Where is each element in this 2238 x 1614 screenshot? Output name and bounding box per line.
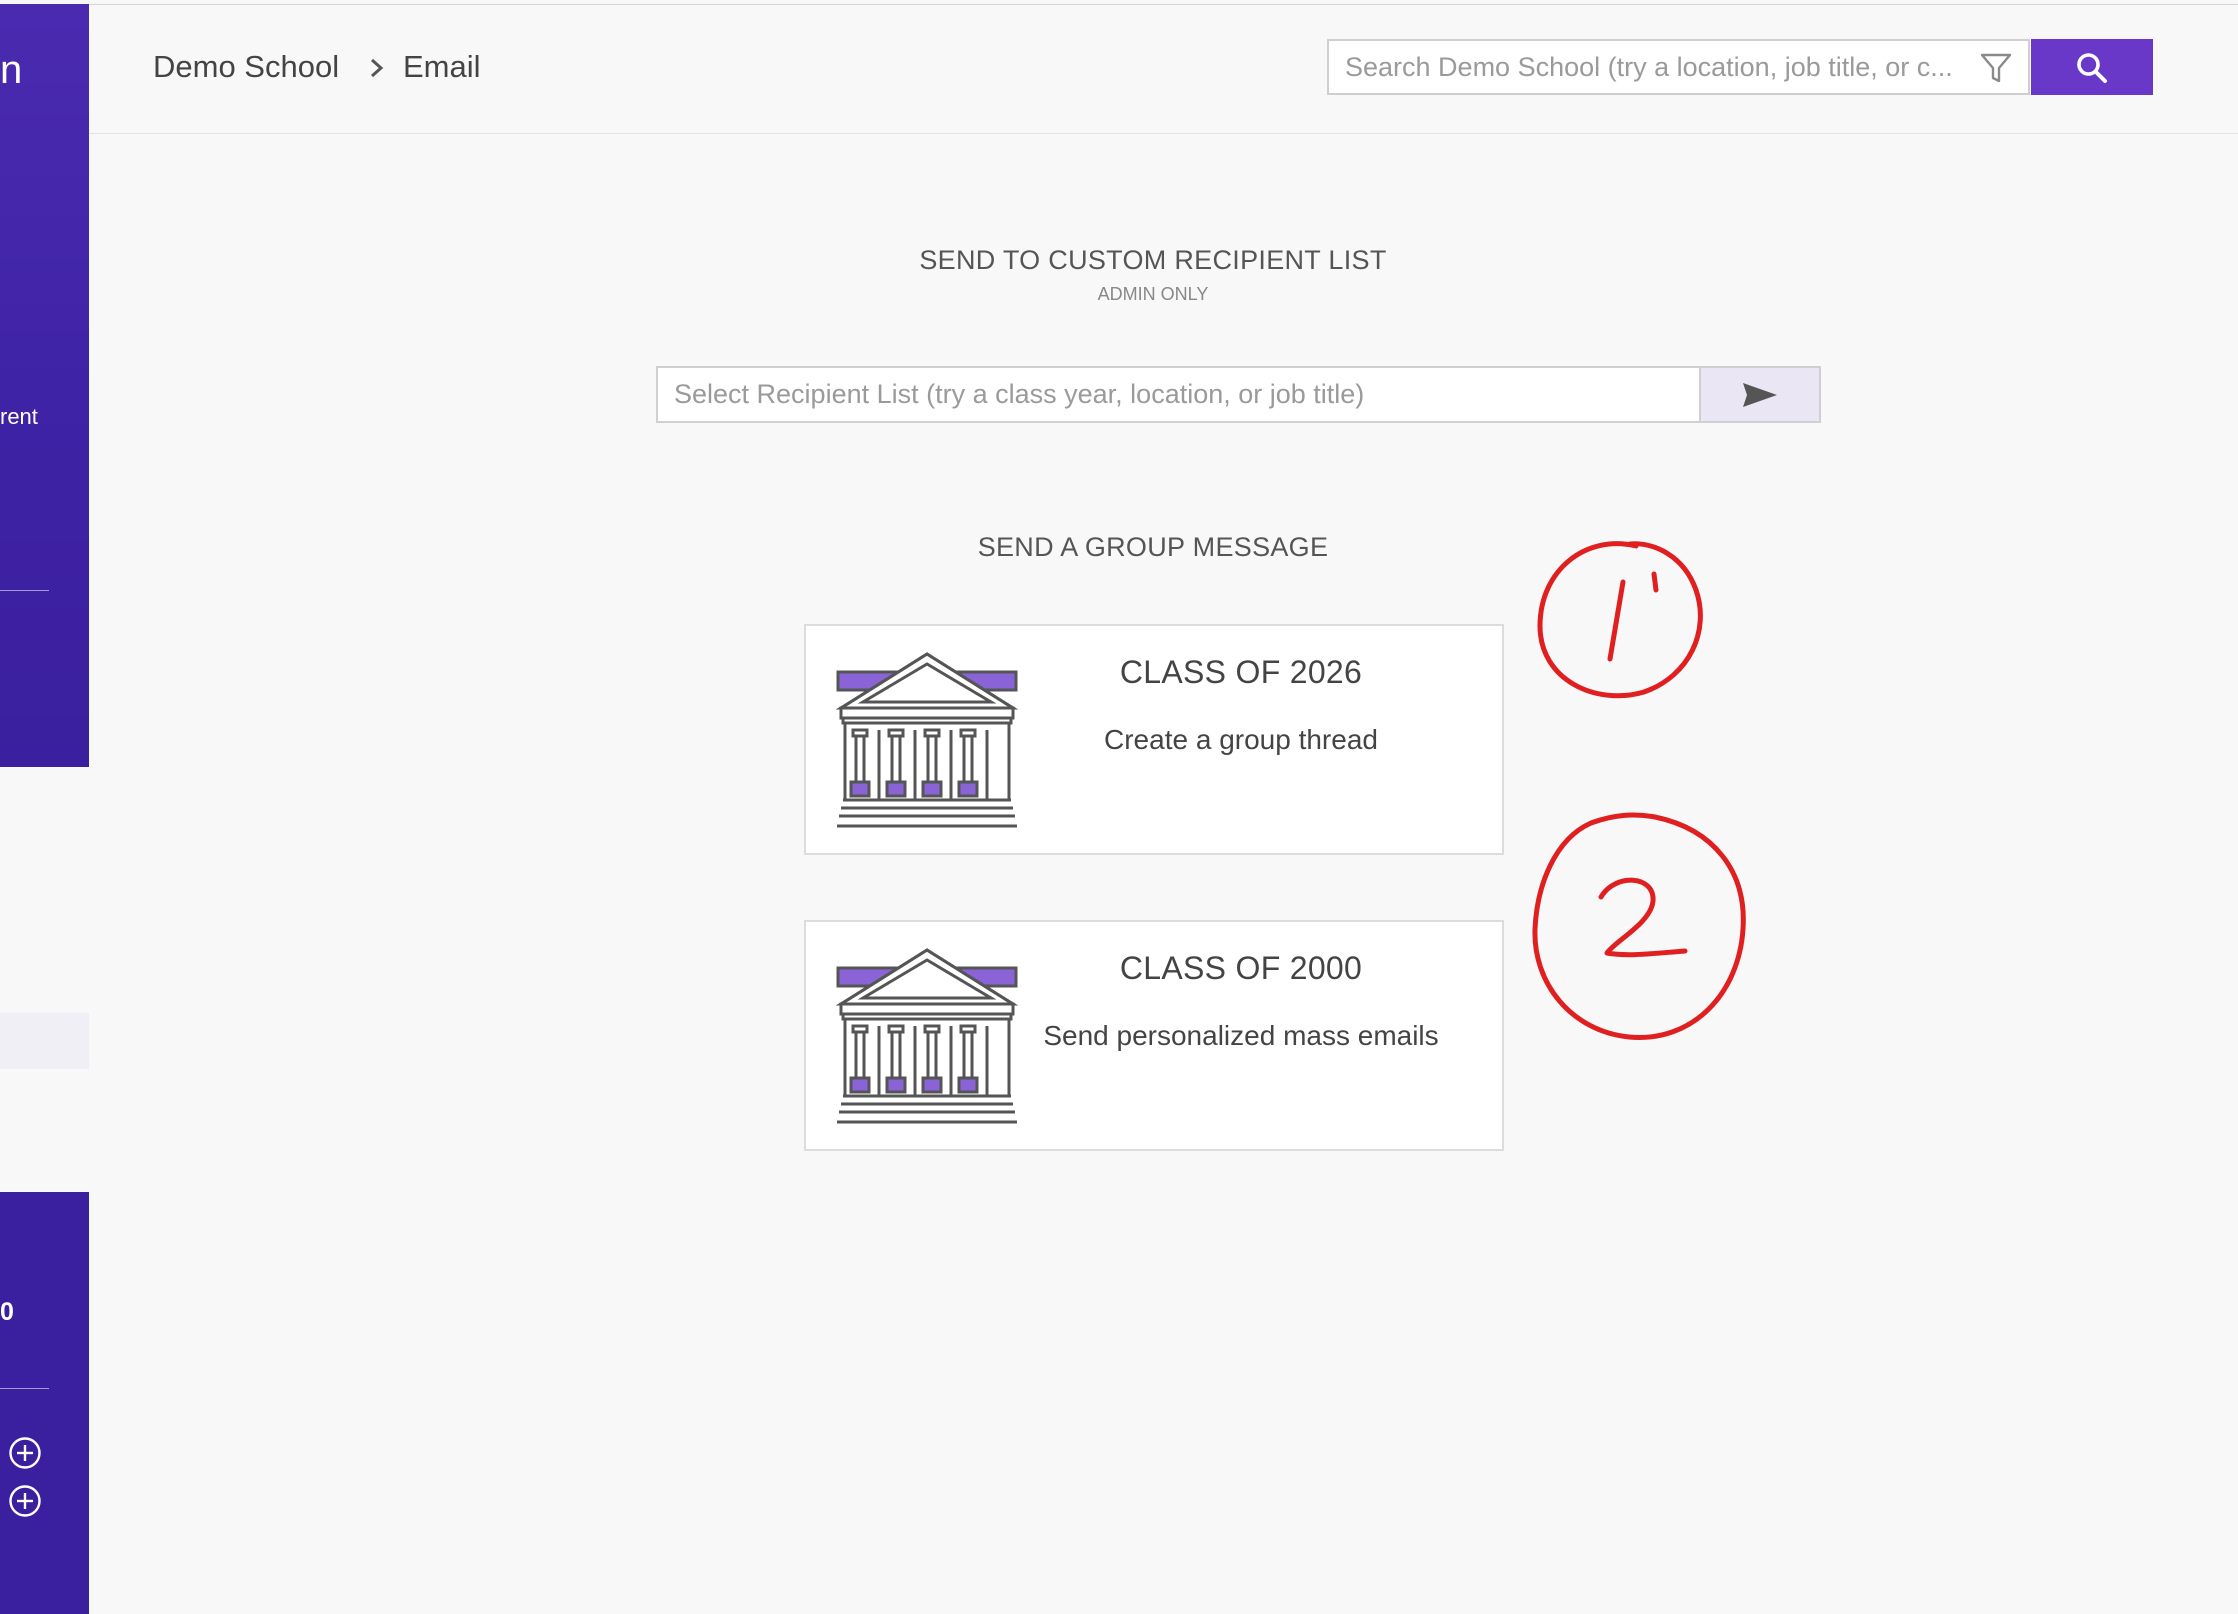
sidebar-logo-fragment: n xyxy=(0,48,23,92)
school-building-icon xyxy=(835,948,1019,1124)
sidebar-bottom-panel: 0 xyxy=(0,1192,89,1614)
card-description: Send personalized mass emails xyxy=(1043,1020,1439,1051)
card-description: Create a group thread xyxy=(1104,724,1378,755)
annotation-circle-2 xyxy=(1532,812,1746,1040)
search-box xyxy=(1327,39,2030,95)
send-icon xyxy=(1743,383,1777,407)
class-card-2026[interactable]: CLASS OF 2026 Create a group thread xyxy=(804,624,1504,855)
plus-circle-icon[interactable] xyxy=(8,1436,42,1470)
breadcrumb-email: Email xyxy=(403,49,481,84)
card-title: CLASS OF 2000 xyxy=(1119,950,1363,986)
sidebar-divider xyxy=(0,590,49,591)
search-input[interactable] xyxy=(1329,41,1959,93)
class-card-2000[interactable]: CLASS OF 2000 Send personalized mass ema… xyxy=(804,920,1504,1151)
sidebar-count-fragment: 0 xyxy=(0,1298,14,1326)
recipient-list-input[interactable] xyxy=(658,368,1698,421)
sidebar-top-panel: n rent xyxy=(0,4,89,767)
card-title: CLASS OF 2026 xyxy=(1119,654,1363,690)
chevron-right-icon xyxy=(371,58,384,78)
custom-list-title: SEND TO CUSTOM RECIPIENT LIST xyxy=(919,245,1387,275)
filter-icon[interactable] xyxy=(1979,51,2013,85)
search-icon xyxy=(2077,53,2107,83)
school-building-icon xyxy=(835,652,1019,828)
email-page: n rent 0 Demo School Email Search Demo S… xyxy=(0,0,2238,1614)
breadcrumb-demo-school[interactable]: Demo School xyxy=(153,49,339,85)
recipient-list-box xyxy=(656,366,1701,423)
plus-circle-icon[interactable] xyxy=(8,1484,42,1518)
send-button[interactable] xyxy=(1699,366,1821,423)
sidebar-selected-item[interactable] xyxy=(0,1013,89,1069)
group-message-title: SEND A GROUP MESSAGE xyxy=(977,532,1329,562)
sidebar-divider xyxy=(0,1388,49,1389)
admin-only-label: ADMIN ONLY xyxy=(1097,284,1209,304)
sidebar-item-fragment[interactable]: rent xyxy=(0,404,38,430)
search-button[interactable] xyxy=(2031,39,2153,95)
sidebar-middle-panel xyxy=(0,767,89,1192)
